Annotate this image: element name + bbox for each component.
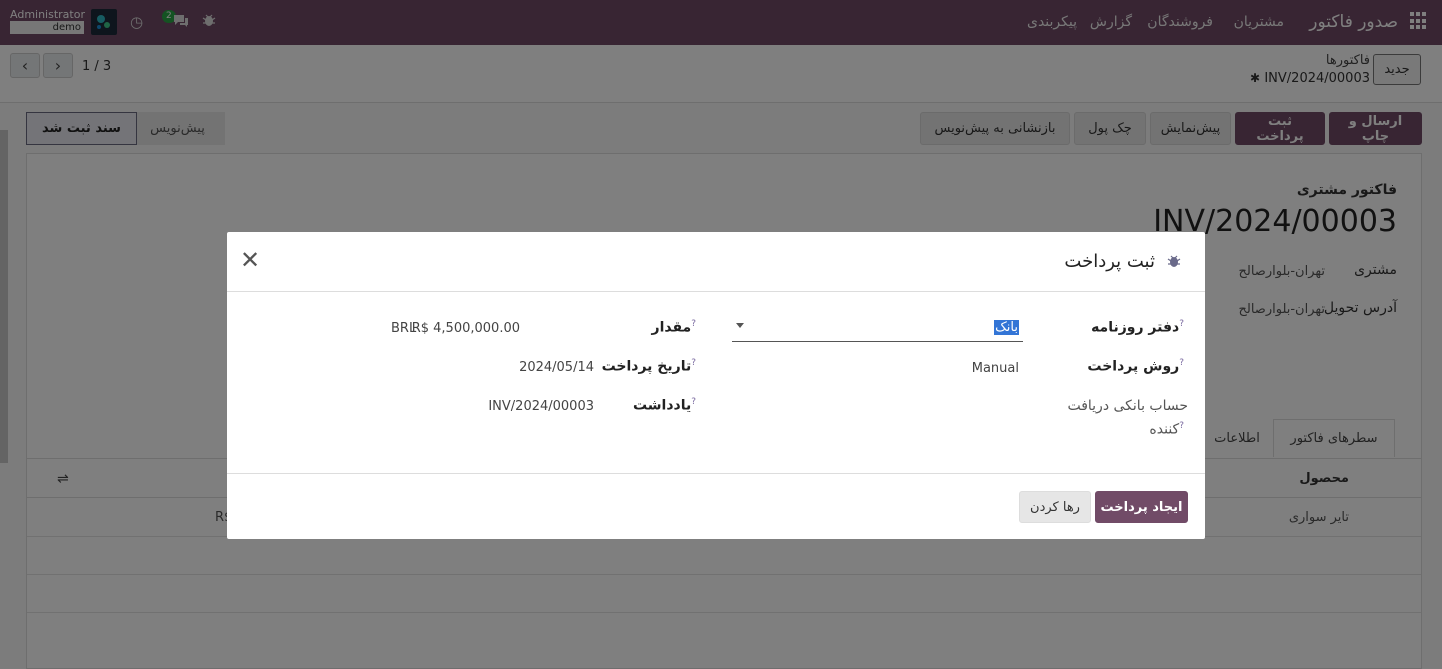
amount-label: مقدار? (652, 319, 700, 336)
bank-account-label: حساب بانکی دریافت کننده? (1067, 396, 1188, 440)
help-icon[interactable]: ? (691, 358, 696, 368)
journal-label-text: دفتر روزنامه (1091, 319, 1180, 336)
currency-value[interactable]: BRL (391, 321, 416, 336)
journal-label: دفتر روزنامه? (1091, 319, 1188, 336)
date-value[interactable]: 2024/05/14 (519, 360, 594, 375)
memo-value[interactable]: INV/2024/00003 (488, 399, 594, 414)
journal-value[interactable]: بانک (994, 320, 1019, 335)
amount-value[interactable]: R$ 4,500,000.00 (412, 321, 520, 336)
memo-label-text: یادداشت (632, 397, 692, 414)
date-label-text: تاریخ پرداخت (601, 358, 692, 375)
create-payment-button[interactable]: ایجاد پرداخت (1095, 491, 1188, 523)
chevron-down-icon[interactable] (736, 323, 744, 328)
help-icon[interactable]: ? (691, 319, 696, 329)
close-icon[interactable]: ✕ (240, 248, 260, 272)
modal-footer: ایجاد پرداخت رها کردن (227, 473, 1205, 539)
help-icon[interactable]: ? (1179, 358, 1184, 368)
help-icon[interactable]: ? (1179, 319, 1184, 329)
memo-label: یادداشت? (633, 397, 700, 414)
date-label: تاریخ پرداخت? (602, 358, 700, 375)
modal-header: ثبت پرداخت ✕ (227, 232, 1205, 292)
method-label-text: روش پرداخت (1087, 358, 1180, 375)
bug-icon[interactable] (1167, 254, 1181, 272)
method-value[interactable]: Manual (972, 361, 1019, 376)
help-icon[interactable]: ? (1179, 421, 1184, 431)
method-label: روش پرداخت? (1087, 358, 1188, 375)
amount-label-text: مقدار (651, 319, 692, 336)
discard-button[interactable]: رها کردن (1019, 491, 1091, 523)
journal-field[interactable]: بانک (732, 317, 1023, 342)
bank-account-label-line2: کننده (1149, 421, 1180, 438)
register-payment-dialog: ثبت پرداخت ✕ دفتر روزنامه? بانک روش پردا… (227, 232, 1205, 539)
bank-account-label-line1: حساب بانکی دریافت (1067, 398, 1188, 414)
help-icon[interactable]: ? (691, 397, 696, 407)
modal-title: ثبت پرداخت (1064, 251, 1155, 272)
